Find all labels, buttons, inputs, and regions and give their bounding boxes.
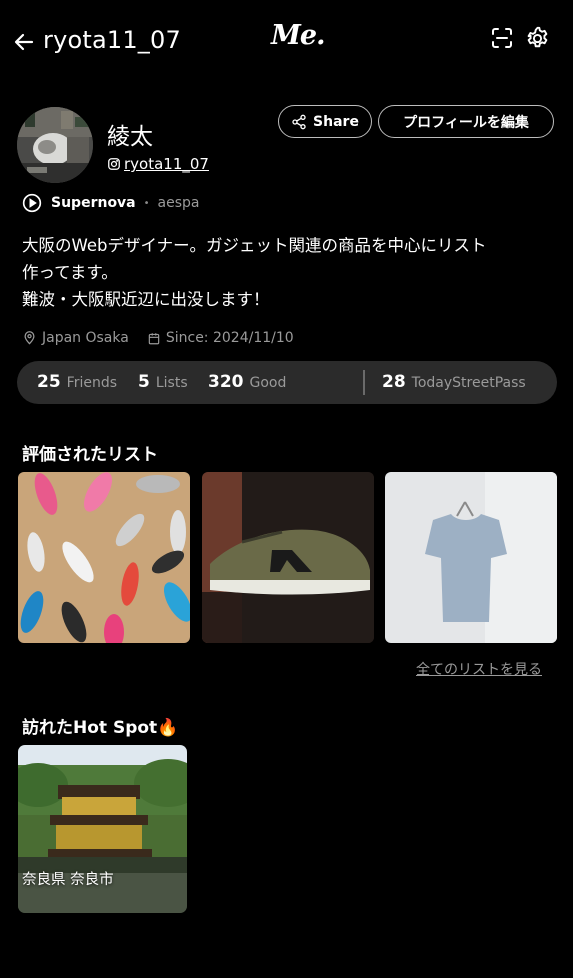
bio-line: 難波・大阪駅近辺に出没します！ — [22, 290, 270, 309]
share-button-label: Share — [313, 113, 359, 130]
stats-divider — [363, 370, 365, 395]
bio-line: 作ってます。 — [22, 263, 118, 282]
hot-spot-card[interactable]: 奈良県 奈良市 — [18, 745, 187, 913]
app-logo: Me. — [271, 20, 325, 51]
streetpass-label: TodayStreetPass — [411, 375, 526, 391]
stats-bar: 25 Friends 5 Lists 320 Good 28 TodayStre… — [17, 361, 557, 404]
play-circle-icon[interactable] — [22, 193, 42, 213]
header-username: ryota11_07 — [43, 26, 181, 54]
song-artist: aespa — [157, 195, 200, 211]
scan-icon[interactable] — [490, 26, 514, 50]
edit-profile-button[interactable]: プロフィールを編集 — [378, 105, 554, 138]
rated-lists-title: 評価されたリスト — [22, 445, 158, 465]
song-title: Supernova — [51, 195, 136, 211]
instagram-link[interactable]: ryota11_07 — [107, 155, 209, 173]
bio-line: 大阪のWebデザイナー。ガジェット関連の商品を中心にリスト — [22, 236, 487, 255]
list-thumbnail-tshirt[interactable] — [385, 472, 557, 643]
share-icon — [292, 114, 306, 129]
location-pin-icon — [24, 331, 35, 345]
lists-stat[interactable]: 5 Lists — [138, 372, 188, 392]
good-stat[interactable]: 320 Good — [208, 372, 286, 392]
since-text: Since: 2024/11/10 — [165, 330, 294, 346]
hot-spot-location: 奈良県 奈良市 — [22, 872, 114, 888]
instagram-handle[interactable]: ryota11_07 — [124, 155, 209, 173]
good-label: Good — [249, 375, 287, 391]
profile-meta: Japan Osaka Since: 2024/11/10 — [22, 330, 294, 346]
avatar[interactable] — [17, 107, 93, 183]
friends-stat[interactable]: 25 Friends — [37, 372, 117, 392]
streetpass-count: 28 — [382, 372, 406, 392]
location-text: Japan Osaka — [42, 330, 129, 346]
gear-icon[interactable] — [524, 25, 551, 52]
back-arrow-icon[interactable] — [12, 30, 36, 54]
share-button[interactable]: Share — [278, 105, 372, 138]
separator-dot: • — [143, 197, 150, 209]
bio: 大阪のWebデザイナー。ガジェット関連の商品を中心にリスト 作ってます。 難波・… — [22, 232, 562, 313]
profile-song[interactable]: Supernova • aespa — [22, 193, 200, 213]
edit-profile-label: プロフィールを編集 — [403, 114, 529, 131]
good-count: 320 — [208, 372, 244, 392]
lists-label: Lists — [155, 375, 188, 391]
see-all-lists-link[interactable]: 全てのリストを見る — [416, 659, 542, 679]
streetpass-stat[interactable]: 28 TodayStreetPass — [382, 372, 526, 392]
display-name: 綾太 — [107, 124, 153, 150]
calendar-icon — [148, 332, 160, 344]
list-thumbnail-sneaker[interactable] — [202, 472, 374, 643]
instagram-icon — [108, 158, 120, 170]
hot-spot-title: 訪れたHot Spot🔥 — [22, 718, 179, 738]
lists-count: 5 — [138, 372, 150, 392]
list-thumbnail-sneakers-flatlay[interactable] — [18, 472, 190, 643]
friends-count: 25 — [37, 372, 61, 392]
friends-label: Friends — [66, 375, 118, 391]
